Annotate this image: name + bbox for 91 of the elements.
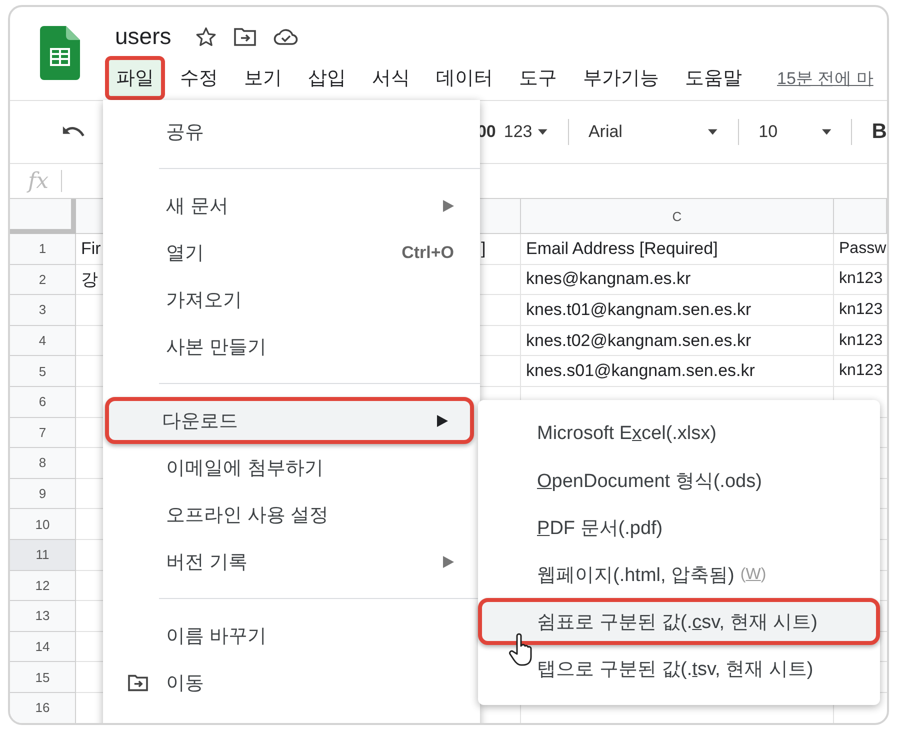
submenu-arrow-icon [443,200,454,212]
menu-label: 탭으로 구분된 값(.tsv, 현재 시트) [537,658,814,682]
menu-option[interactable]: 쉼표로 구분된 값(.csv, 현재 시트) [478,598,880,645]
font-dropdown[interactable]: Arial [588,122,622,142]
row-header[interactable]: 14 [10,632,76,662]
formula-label: fx [28,168,49,194]
table-cell: kn123 [834,356,887,387]
table-cell: kn123 [834,295,887,326]
menu-label: 이동 [166,672,205,696]
row-header[interactable]: 10 [10,509,76,540]
row-header[interactable]: 4 [10,326,76,356]
menu-option[interactable]: 오프라인 사용 설정 [103,491,480,538]
menu-label: 웹페이지(.html, 압축됨) [537,564,734,588]
row-header[interactable]: 5 [10,356,76,387]
row-header[interactable]: 9 [10,478,76,510]
row-header[interactable]: 8 [10,448,76,479]
submenu-arrow-icon [437,414,448,426]
row-header[interactable]: 13 [10,601,76,632]
menu-option[interactable]: 사본 만들기 [103,323,480,370]
menu-option[interactable]: Microsoft Excel(.xlsx) [478,410,880,457]
menu-label: 열기 [166,242,205,266]
row-header[interactable]: 6 [10,386,76,418]
column-header[interactable]: C [521,199,834,234]
mnemonic-hint: (W) [740,566,766,584]
menu-label: 다운로드 [162,410,239,434]
caret-icon [822,129,831,135]
row-header[interactable]: 7 [10,418,76,448]
table-cell: knes@kangnam.es.kr [521,264,834,296]
row-header[interactable]: 3 [10,295,76,326]
menu-label: 이메일에 첨부하기 [166,456,324,480]
bold-button[interactable]: B [872,120,887,144]
menu-label: Microsoft Excel(.xlsx) [537,422,716,444]
menu-option[interactable]: 이메일에 첨부하기 [103,444,480,491]
menu-option[interactable]: PDF 문서(.pdf) [478,504,880,551]
menu-option[interactable]: OpenDocument 형식(.ods) [478,457,880,504]
menu-item[interactable]: 부가기능 [572,56,670,100]
menu-label: 공유 [166,120,205,144]
table-cell: kn123 [834,264,887,296]
caret-icon [708,129,718,135]
last-edit-link[interactable]: 15분 전에 마 [777,66,874,90]
sheets-logo-icon [40,26,80,80]
corner-cell[interactable] [10,199,76,234]
menu-option[interactable]: 버전 기록 [103,538,480,585]
table-cell: knes.t02@kangnam.sen.es.kr [521,326,834,356]
menu-item[interactable]: 데이터 [425,56,504,100]
menu-option[interactable]: 웹페이지(.html, 압축됨) (W) [478,551,880,598]
menu-label: 오프라인 사용 설정 [166,504,330,528]
row-header[interactable]: 16 [10,692,76,723]
menu-option[interactable]: 다운로드 [105,397,474,444]
menu-item[interactable]: 삽입 [297,56,357,100]
caret-icon [538,129,548,135]
star-icon[interactable] [195,26,218,48]
table-cell: Passw [834,234,887,265]
number-format-button[interactable]: 123 [504,122,532,142]
menu-item[interactable]: 보기 [233,56,293,100]
menu-label: 쉼표로 구분된 값(.csv, 현재 시트) [537,610,818,634]
menu-label: 이름 바꾸기 [166,624,268,648]
cloud-check-icon[interactable] [273,26,300,46]
document-title[interactable]: users [115,23,172,50]
menu-item[interactable]: 도움말 [674,56,753,100]
menu-option[interactable]: 새 문서 [103,182,480,229]
menu-label: PDF 문서(.pdf) [537,516,663,540]
menu-item[interactable]: 파일 [105,56,165,100]
table-cell: knes.s01@kangnam.sen.es.kr [521,356,834,387]
hand-cursor-icon [508,633,534,667]
menu-label: 새 문서 [166,194,230,218]
table-cell: Email Address [Required] [521,234,834,265]
menu-option[interactable]: 가져오기 [103,276,480,323]
font-size-dropdown[interactable]: 10 [758,122,778,142]
table-cell: knes.t01@kangnam.sen.es.kr [521,295,834,326]
menu-option[interactable]: 이름 바꾸기 [103,612,480,659]
menu-item[interactable]: 수정 [169,56,229,100]
menu-option[interactable]: 공유 [103,108,480,155]
menu-option[interactable]: 이동 [103,659,480,706]
menu-label: 가져오기 [166,288,243,312]
row-header[interactable]: 2 [10,264,76,296]
submenu-arrow-icon [443,556,454,568]
menu-option[interactable]: 탭으로 구분된 값(.tsv, 현재 시트) [478,645,880,692]
menu-label: 버전 기록 [166,550,248,574]
row-header[interactable]: 1 [10,234,76,265]
menu-item[interactable]: 서식 [361,56,421,100]
menu-label: OpenDocument 형식(.ods) [537,470,762,494]
menu-item[interactable]: 도구 [508,56,568,100]
menu-label: 사본 만들기 [166,336,268,360]
folder-move-icon [127,674,149,692]
row-header[interactable]: 15 [10,662,76,693]
shortcut-text: Ctrl+O [402,242,454,262]
row-header[interactable]: 12 [10,570,76,602]
row-header[interactable]: 11 [10,540,76,571]
folder-move-icon[interactable] [233,26,258,46]
table-cell: kn123 [834,326,887,356]
